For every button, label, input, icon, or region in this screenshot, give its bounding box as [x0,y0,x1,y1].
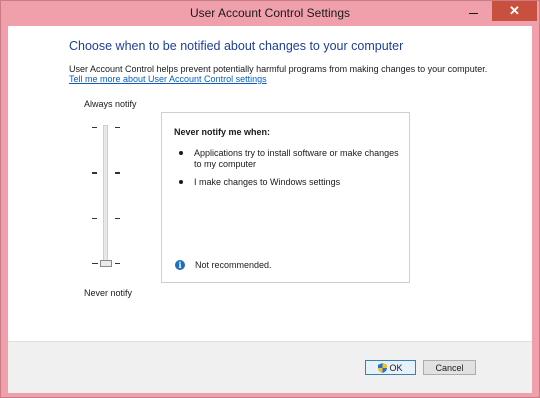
slider-tick [115,172,120,174]
button-bar: OK Cancel [8,341,532,393]
slider-top-label: Always notify [84,99,137,109]
bullet-icon [179,151,183,155]
slider-tick [115,127,120,128]
close-button[interactable]: ✕ [492,1,537,21]
bullet-text: Applications try to install software or … [194,148,399,169]
info-icon: i [175,260,185,270]
slider-tick [92,127,97,128]
window-title: User Account Control Settings [189,6,351,20]
cancel-button[interactable]: Cancel [423,360,476,375]
recommendation-row: i Not recommended. [175,260,272,270]
minimize-button[interactable] [460,1,486,21]
page-heading: Choose when to be notified about changes… [69,39,404,53]
title-bar[interactable]: User Account Control Settings ✕ [1,1,539,26]
slider-tick [92,218,97,219]
ok-label: OK [389,362,403,373]
slider-tick [115,263,120,264]
slider-thumb[interactable] [100,260,112,267]
slider-track[interactable] [103,125,108,267]
slider-bottom-label: Never notify [84,288,133,298]
slider-tick [115,218,120,219]
bullet-icon [179,180,183,184]
close-icon: ✕ [509,3,520,18]
minimize-icon [468,12,478,14]
shield-icon [378,362,388,373]
panel-title: Never notify me when: [174,127,271,137]
slider-tick [92,172,97,174]
description-text: User Account Control helps prevent poten… [69,64,488,74]
list-item: I make changes to Windows settings [172,177,404,188]
bullet-text: I make changes to Windows settings [194,177,341,187]
learn-more-link[interactable]: Tell me more about User Account Control … [69,74,267,84]
ok-button[interactable]: OK [365,360,416,375]
list-item: Applications try to install software or … [172,148,404,170]
slider-tick [92,263,98,264]
level-description-panel: Never notify me when: Applications try t… [161,112,410,283]
dialog-client-area: Choose when to be notified about changes… [8,26,532,393]
recommendation-text: Not recommended. [195,260,272,270]
uac-settings-window: User Account Control Settings ✕ Choose w… [0,0,540,398]
panel-bullet-list: Applications try to install software or … [172,148,404,195]
